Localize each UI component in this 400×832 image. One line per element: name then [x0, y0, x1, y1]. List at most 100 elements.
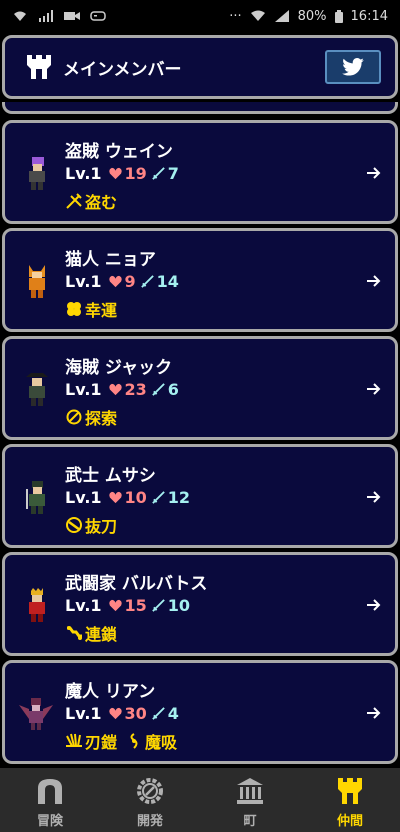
- heart-icon: [108, 599, 122, 612]
- sword-icon: [152, 491, 165, 504]
- skill-badge: 連鎖: [65, 621, 117, 645]
- member-stats: Lv.1 10 12: [65, 488, 190, 507]
- search-icon: [66, 409, 82, 425]
- member-hp: 30: [124, 704, 147, 723]
- skill-badge: 抜刀: [65, 513, 117, 537]
- skill-label: 幸運: [85, 301, 118, 320]
- member-attack: 6: [167, 380, 179, 399]
- sword-icon: [152, 167, 165, 180]
- member-attack: 10: [167, 596, 191, 615]
- arrow-right-icon: [367, 275, 381, 287]
- skill-badge: 刃鎧: [65, 729, 117, 753]
- member-name: 魔人 リアン: [65, 682, 156, 702]
- wifi-icon: [250, 10, 265, 21]
- member-name: 武士 ムサシ: [65, 466, 156, 486]
- bottom-tab-bar: 冒険 開発 町 仲間: [0, 768, 400, 832]
- member-skills: 幸運: [65, 297, 125, 321]
- member-skills: 連鎖: [65, 621, 125, 645]
- steal-icon: [66, 193, 82, 209]
- member-stats: Lv.1 19 7: [65, 164, 179, 183]
- member-name: 猫人 ニョア: [65, 250, 156, 270]
- member-level: Lv.1: [65, 380, 102, 399]
- slash-icon: [66, 517, 82, 533]
- pirate-sprite: [26, 373, 48, 406]
- member-card[interactable]: 武闘家 バルバトス Lv.1 15 10 連鎖: [2, 552, 398, 656]
- member-level: Lv.1: [65, 704, 102, 723]
- status-left: [12, 10, 106, 22]
- header-panel: メインメンバー: [2, 35, 398, 99]
- status-bar: ··· 80% 16:14: [0, 0, 400, 32]
- bank-icon: [237, 778, 263, 804]
- tab-label: 仲間: [336, 814, 363, 829]
- scrolled-card-edge: [2, 102, 398, 114]
- sword-icon: [152, 383, 165, 396]
- chain-icon: [67, 626, 82, 640]
- member-level: Lv.1: [65, 596, 102, 615]
- signal-icon: [39, 10, 53, 22]
- gate-icon: [38, 779, 62, 804]
- battery-icon: [334, 9, 343, 23]
- member-card[interactable]: 武士 ムサシ Lv.1 10 12 抜刀: [2, 444, 398, 548]
- arrow-right-icon: [367, 599, 381, 611]
- member-skills: 探索: [65, 405, 125, 429]
- arrow-right-icon: [367, 491, 381, 503]
- member-level: Lv.1: [65, 488, 102, 507]
- tab-adventure[interactable]: 冒険: [0, 768, 100, 832]
- member-level: Lv.1: [65, 164, 102, 183]
- member-skills: 刃鎧 魔吸: [65, 729, 185, 753]
- tab-label: 開発: [136, 814, 163, 829]
- status-right: ··· 80% 16:14: [229, 9, 388, 24]
- member-stats: Lv.1 15 10: [65, 596, 190, 615]
- member-card[interactable]: 猫人 ニョア Lv.1 9 14 幸運: [2, 228, 398, 332]
- member-level: Lv.1: [65, 272, 102, 291]
- member-hp: 15: [124, 596, 147, 615]
- skill-label: 盗む: [85, 193, 118, 212]
- member-hp: 19: [124, 164, 147, 183]
- tab-party[interactable]: 仲間: [300, 768, 400, 832]
- thief-sprite: [29, 157, 45, 190]
- clover-icon: [67, 302, 81, 316]
- skill-label: 探索: [85, 409, 118, 428]
- skill-badge: 盗む: [65, 189, 117, 213]
- skill-badge: 魔吸: [125, 729, 177, 753]
- member-stats: Lv.1 9 14: [65, 272, 179, 291]
- wifi-icon: [14, 11, 26, 21]
- member-hp: 9: [124, 272, 136, 291]
- tab-town[interactable]: 町: [200, 768, 300, 832]
- heart-icon: [108, 383, 122, 396]
- tab-development[interactable]: 開発: [100, 768, 200, 832]
- heart-icon: [108, 275, 122, 288]
- gamepad-icon: [90, 11, 106, 21]
- demon-sprite: [19, 698, 53, 730]
- arrow-right-icon: [367, 167, 381, 179]
- main-content[interactable]: メインメンバー 盗賊 ウェイン Lv.1 19 7 盗む 猫人 ニョア Lv.1…: [0, 32, 400, 768]
- member-attack: 7: [167, 164, 179, 183]
- member-name: 武闘家 バルバトス: [65, 574, 208, 594]
- claw-icon: [66, 733, 82, 747]
- drain-icon: [130, 733, 138, 749]
- martial-artist-sprite: [29, 588, 45, 622]
- skill-badge: 探索: [65, 405, 117, 429]
- twitter-share-button[interactable]: [325, 50, 381, 84]
- member-card[interactable]: 盗賊 ウェイン Lv.1 19 7 盗む: [2, 120, 398, 224]
- signal-icon: [274, 10, 289, 22]
- member-card[interactable]: 魔人 リアン Lv.1 30 4 刃鎧 魔吸: [2, 660, 398, 764]
- battery-level: 80%: [297, 8, 327, 24]
- skill-label: 抜刀: [85, 517, 118, 536]
- tab-label: 冒険: [36, 814, 63, 829]
- member-skills: 抜刀: [65, 513, 125, 537]
- skill-label: 連鎖: [85, 625, 118, 644]
- heart-icon: [108, 167, 122, 180]
- member-hp: 10: [124, 488, 147, 507]
- skill-badge: 幸運: [65, 297, 117, 321]
- member-stats: Lv.1 30 4: [65, 704, 179, 723]
- gear-icon: [137, 778, 163, 804]
- member-attack: 4: [167, 704, 179, 723]
- castle-icon: [27, 55, 51, 79]
- member-attack: 14: [156, 272, 179, 291]
- arrow-right-icon: [367, 383, 381, 395]
- tab-label: 町: [243, 814, 257, 829]
- skill-label: 刃鎧: [85, 733, 118, 752]
- member-card[interactable]: 海賊 ジャック Lv.1 23 6 探索: [2, 336, 398, 440]
- member-attack: 12: [167, 488, 191, 507]
